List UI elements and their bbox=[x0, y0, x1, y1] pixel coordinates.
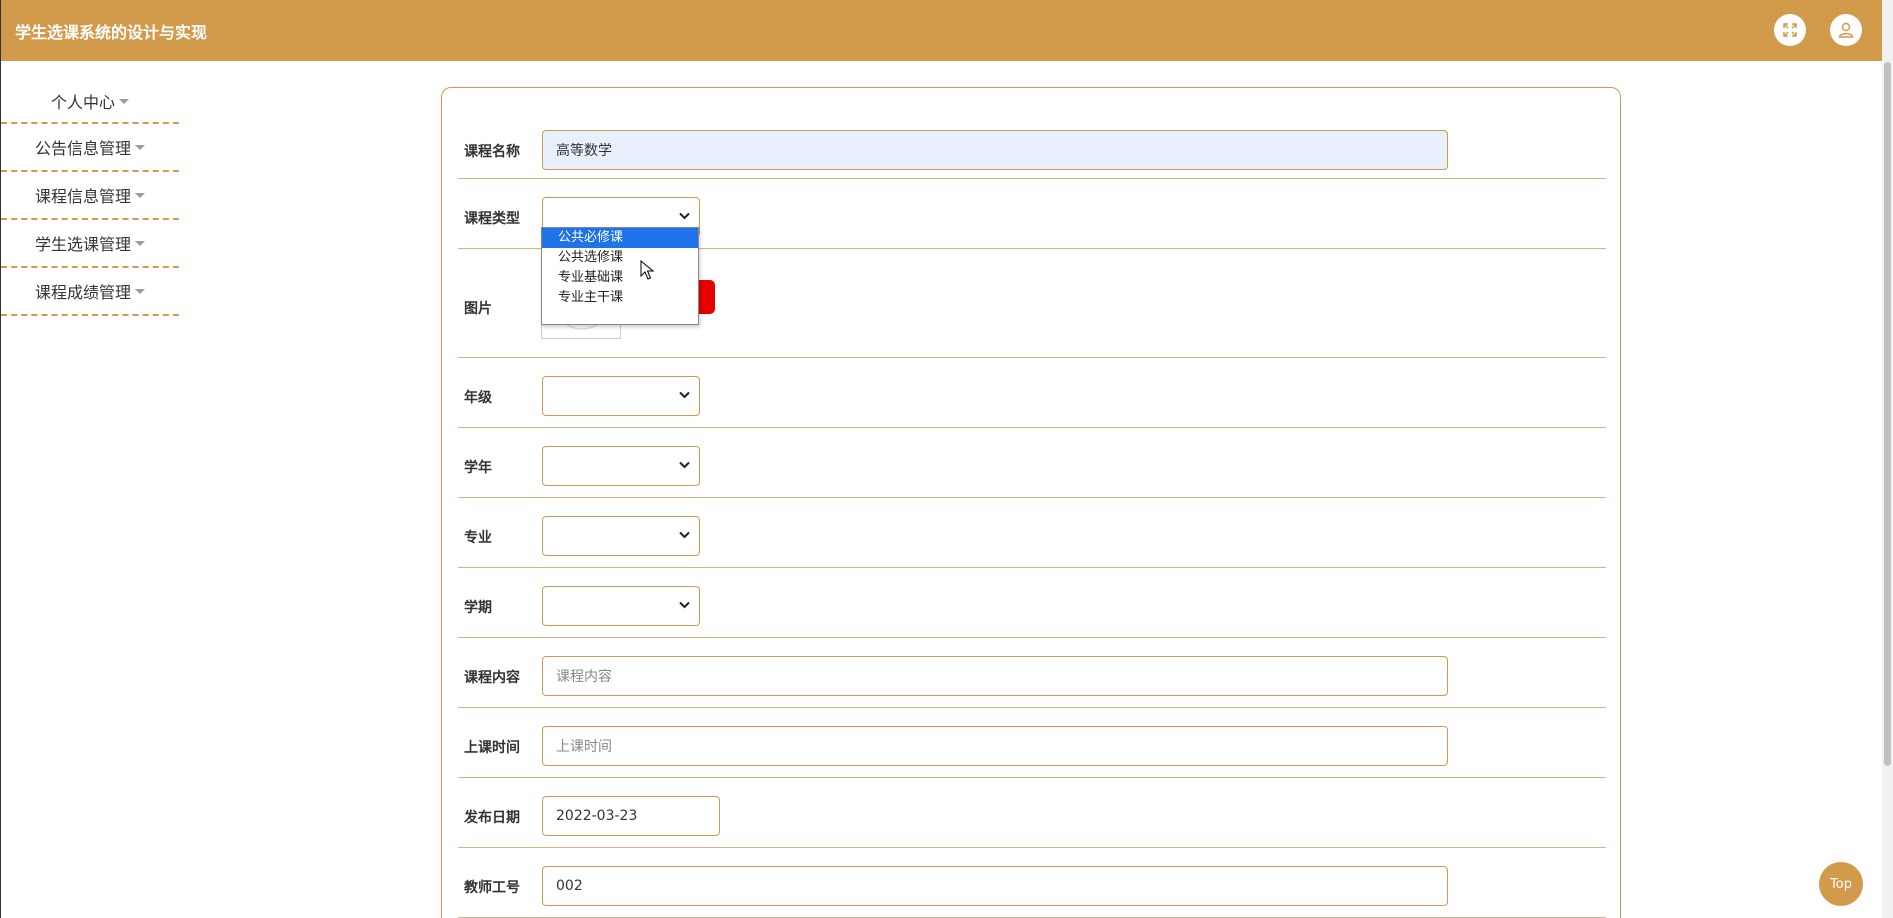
sidebar-item-label: 公告信息管理 bbox=[34, 139, 131, 158]
publish-date-label: 发布日期 bbox=[464, 810, 520, 826]
image-label: 图片 bbox=[464, 301, 492, 317]
course-name-input[interactable]: 高等数学 bbox=[542, 130, 1448, 170]
school-year-label: 学年 bbox=[464, 460, 492, 476]
teacher-id-label: 教师工号 bbox=[464, 880, 520, 896]
chevron-down-icon bbox=[679, 391, 690, 399]
form-row-content: 课程内容 课程内容 bbox=[458, 638, 1606, 708]
back-to-top-button[interactable]: Top bbox=[1819, 862, 1863, 906]
scrollbar-thumb[interactable] bbox=[1884, 62, 1891, 766]
sidebar: 个人中心 公告信息管理 课程信息管理 学生选课管理 课程成绩管理 bbox=[1, 80, 181, 316]
fullscreen-button[interactable] bbox=[1774, 14, 1806, 46]
caret-down-icon bbox=[119, 98, 129, 104]
form-row-publish-date: 发布日期 2022-03-23 bbox=[458, 778, 1606, 848]
top-bar: 学生选课系统的设计与实现 bbox=[1, 0, 1883, 61]
caret-down-icon bbox=[135, 288, 145, 294]
sidebar-item-personal-center[interactable]: 个人中心 bbox=[1, 80, 179, 124]
course-type-label: 课程类型 bbox=[464, 211, 520, 227]
chevron-down-icon bbox=[679, 212, 690, 220]
content-label: 课程内容 bbox=[464, 670, 520, 686]
chevron-down-icon bbox=[679, 461, 690, 469]
caret-down-icon bbox=[135, 240, 145, 246]
mouse-cursor-icon bbox=[640, 260, 654, 280]
grade-select[interactable] bbox=[542, 376, 700, 416]
form-row-grade: 年级 bbox=[458, 358, 1606, 428]
form-row-class-time: 上课时间 上课时间 bbox=[458, 708, 1606, 778]
content-input[interactable]: 课程内容 bbox=[542, 656, 1448, 696]
form-row-teacher-id: 教师工号 002 bbox=[458, 848, 1606, 918]
course-type-option[interactable]: 公共选修课 bbox=[542, 248, 698, 268]
chevron-down-icon bbox=[679, 601, 690, 609]
sidebar-item-courses[interactable]: 课程信息管理 bbox=[1, 172, 179, 220]
sidebar-item-announcements[interactable]: 公告信息管理 bbox=[1, 124, 179, 172]
scrollbar-track[interactable] bbox=[1882, 0, 1893, 918]
sidebar-item-grades[interactable]: 课程成绩管理 bbox=[1, 268, 179, 316]
sidebar-item-label: 学生选课管理 bbox=[34, 235, 131, 254]
form-row-school-year: 学年 bbox=[458, 428, 1606, 498]
user-icon bbox=[1838, 22, 1854, 38]
publish-date-input[interactable]: 2022-03-23 bbox=[542, 796, 720, 836]
form-row-course-name: 课程名称 高等数学 bbox=[458, 100, 1606, 179]
app-title: 学生选课系统的设计与实现 bbox=[15, 23, 208, 42]
semester-label: 学期 bbox=[464, 600, 492, 616]
semester-select[interactable] bbox=[542, 586, 700, 626]
caret-down-icon bbox=[135, 192, 145, 198]
major-select[interactable] bbox=[542, 516, 700, 556]
class-time-label: 上课时间 bbox=[464, 740, 520, 756]
course-type-dropdown-list: 公共必修课 公共选修课 专业基础课 专业主干课 bbox=[541, 227, 699, 325]
major-label: 专业 bbox=[464, 530, 492, 546]
caret-down-icon bbox=[135, 144, 145, 150]
expand-icon bbox=[1783, 23, 1797, 37]
sidebar-item-label: 个人中心 bbox=[50, 93, 115, 112]
teacher-id-input[interactable]: 002 bbox=[542, 866, 1448, 906]
chevron-down-icon bbox=[679, 531, 690, 539]
course-name-label: 课程名称 bbox=[464, 144, 520, 160]
grade-label: 年级 bbox=[464, 390, 492, 406]
school-year-select[interactable] bbox=[542, 446, 700, 486]
course-type-option[interactable]: 公共必修课 bbox=[542, 228, 698, 248]
sidebar-item-course-selection[interactable]: 学生选课管理 bbox=[1, 220, 179, 268]
sidebar-item-label: 课程信息管理 bbox=[34, 187, 131, 206]
form-row-major: 专业 bbox=[458, 498, 1606, 568]
user-menu-button[interactable] bbox=[1830, 14, 1862, 46]
course-type-option[interactable]: 专业基础课 bbox=[542, 268, 698, 288]
form-row-semester: 学期 bbox=[458, 568, 1606, 638]
course-form-panel: 课程名称 高等数学 课程类型 图片 年级 学年 专业 学期 课程内容 课程内容 … bbox=[441, 87, 1621, 918]
course-type-option[interactable]: 专业主干课 bbox=[542, 288, 698, 308]
class-time-input[interactable]: 上课时间 bbox=[542, 726, 1448, 766]
sidebar-item-label: 课程成绩管理 bbox=[34, 283, 131, 302]
